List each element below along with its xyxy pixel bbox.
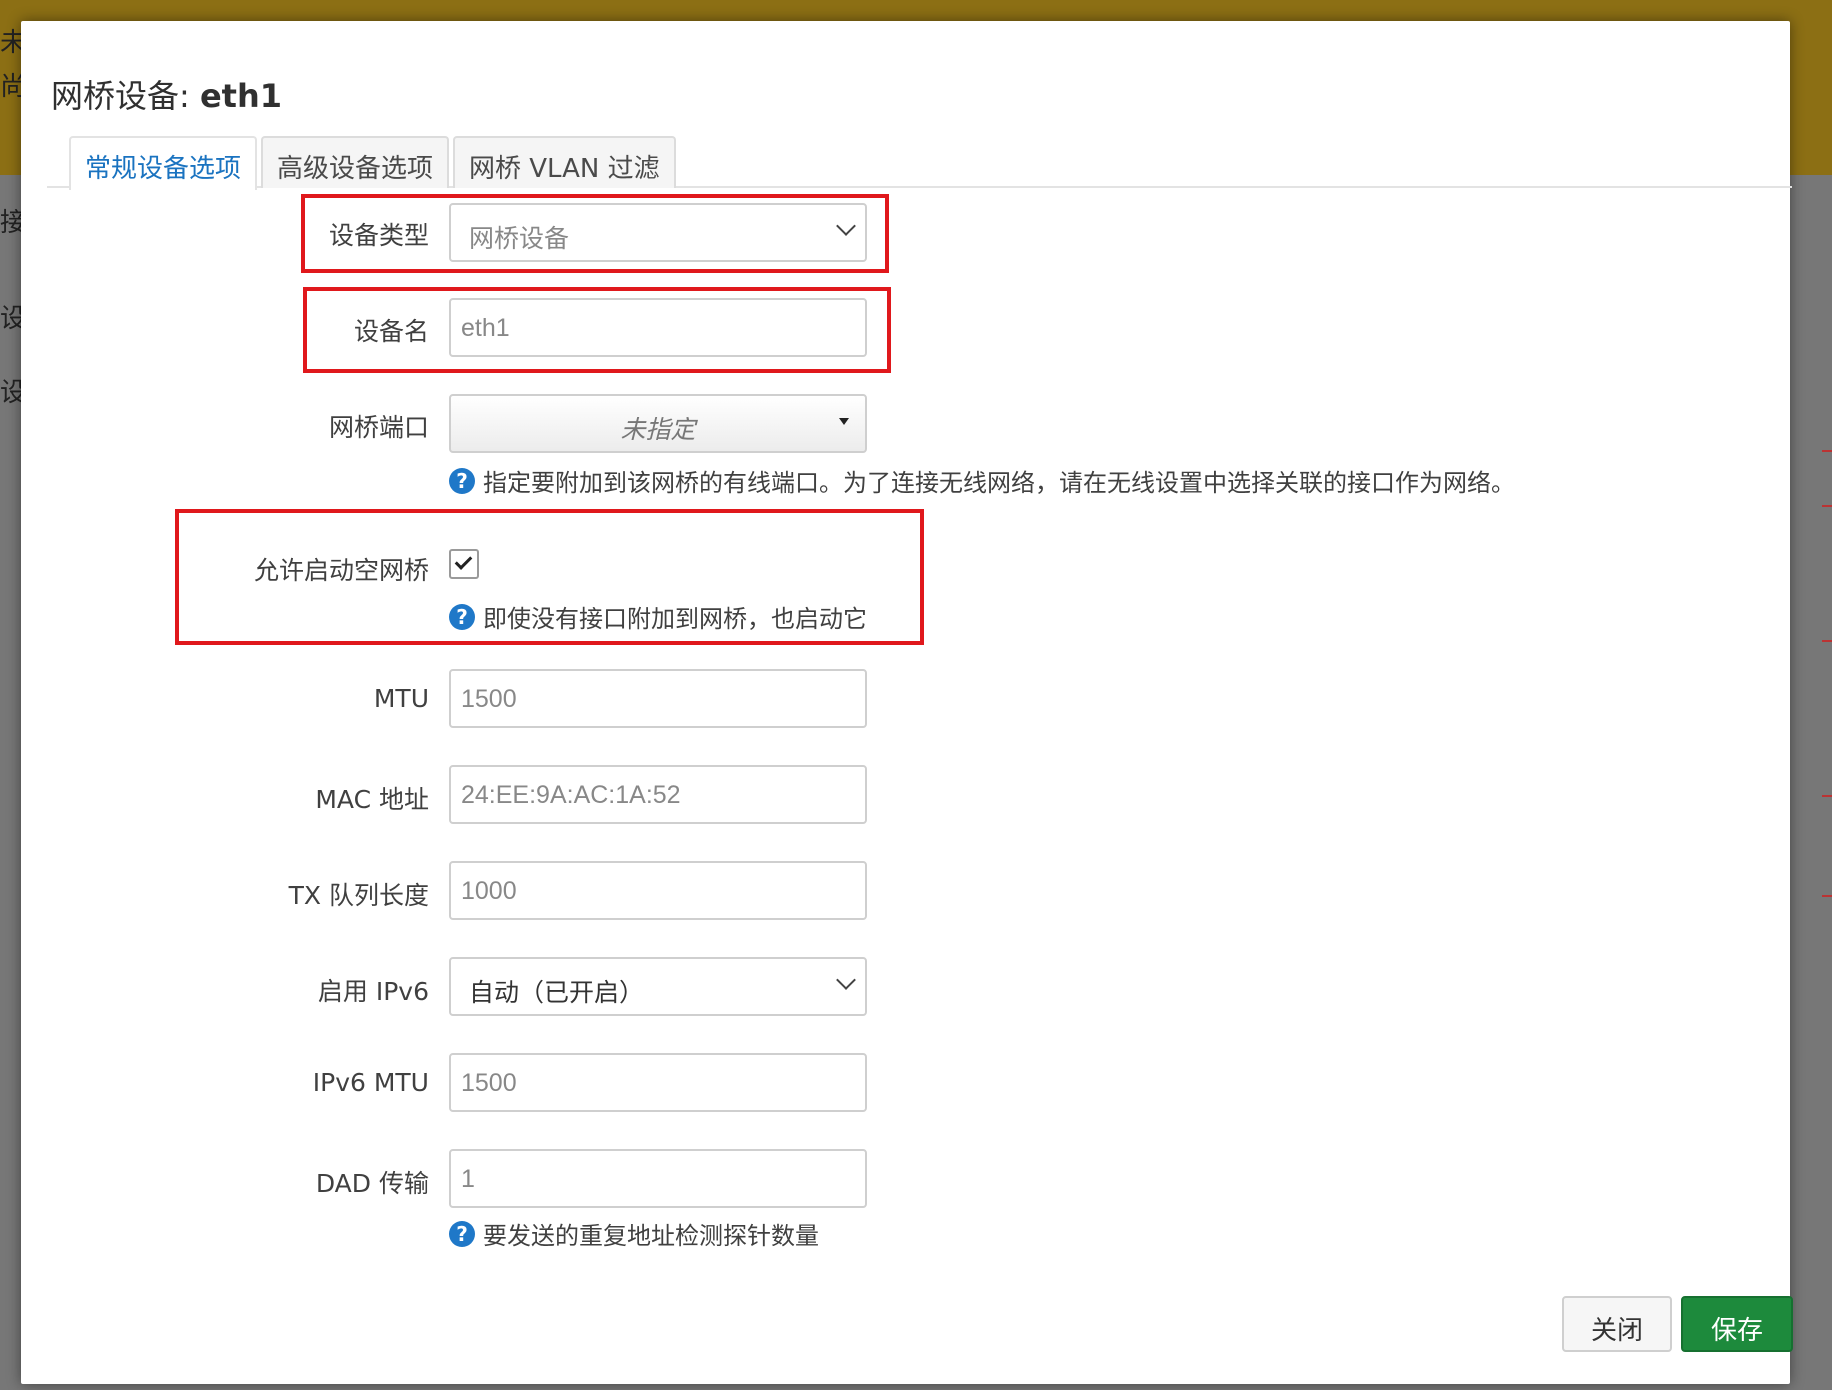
bridge-device-dialog: 网桥设备: eth1 常规设备选项 高级设备选项 网桥 VLAN 过滤 设备类型… [21,21,1793,1384]
device-name-label: 设备名 [353,317,429,346]
enable-ipv6-value: 自动（已开启） [469,979,645,1007]
tx-queue-length-label: TX 队列长度 [288,881,429,910]
tab-advanced-options[interactable]: 高级设备选项 [261,136,450,188]
help-icon: ? [449,603,475,630]
dad-transmits-help-text: 要发送的重复地址检测探针数量 [483,1222,819,1250]
mtu-label: MTU [373,684,429,713]
caret-down-icon [839,418,849,425]
close-button[interactable]: 关闭 [1562,1296,1672,1352]
background-divider [1822,640,1832,642]
chevron-down-icon [836,970,856,990]
bring-up-empty-help: ? 即使没有接口附加到网桥，也启动它 [449,599,867,634]
mac-address-label: MAC 地址 [315,785,429,814]
enable-ipv6-label: 启用 IPv6 [317,977,429,1006]
dad-transmits-label: DAD 传输 [315,1169,429,1198]
mtu-input[interactable]: 1500 [449,669,867,728]
background-divider [1822,450,1832,452]
ipv6-mtu-input[interactable]: 1500 [449,1053,867,1112]
dad-transmits-input[interactable]: 1 [449,1149,867,1208]
dialog-title-device: eth1 [199,77,283,115]
checkmark-icon [454,552,473,570]
bridge-ports-help-text: 指定要附加到该网桥的有线端口。为了连接无线网络，请在无线设置中选择关联的接口作为… [483,469,1515,497]
background-divider [1822,795,1832,797]
device-type-value: 网桥设备 [469,225,570,253]
enable-ipv6-select[interactable]: 自动（已开启） [449,957,867,1016]
tab-bridge-vlan-filtering[interactable]: 网桥 VLAN 过滤 [453,136,676,188]
save-button[interactable]: 保存 [1681,1296,1793,1352]
chevron-down-icon [836,216,856,236]
bring-up-empty-help-text: 即使没有接口附加到网桥，也启动它 [483,605,867,633]
dialog-title-prefix: 网桥设备: [51,77,200,115]
device-name-input[interactable]: eth1 [449,298,867,357]
device-type-label: 设备类型 [328,221,429,250]
background-divider [1822,505,1832,507]
mac-address-input[interactable]: 24:EE:9A:AC:1A:52 [449,765,867,824]
help-icon: ? [449,467,475,494]
bridge-ports-label: 网桥端口 [328,413,429,442]
device-type-select[interactable]: 网桥设备 [449,203,867,262]
bridge-ports-help: ? 指定要附加到该网桥的有线端口。为了连接无线网络，请在无线设置中选择关联的接口… [449,463,1515,498]
tx-queue-length-input[interactable]: 1000 [449,861,867,920]
tab-bar: 常规设备选项 高级设备选项 网桥 VLAN 过滤 [47,136,1792,190]
bring-up-empty-checkbox[interactable] [449,549,479,579]
bring-up-empty-label: 允许启动空网桥 [253,556,429,585]
dad-transmits-help: ? 要发送的重复地址检测探针数量 [449,1216,819,1251]
ipv6-mtu-label: IPv6 MTU [312,1068,429,1097]
dialog-title: 网桥设备: eth1 [51,71,282,117]
bridge-ports-value: 未指定 [620,415,696,444]
background-divider [1822,895,1832,897]
tab-general-options[interactable]: 常规设备选项 [69,136,258,190]
bridge-ports-dropdown[interactable]: 未指定 [449,394,867,453]
help-icon: ? [449,1220,475,1247]
